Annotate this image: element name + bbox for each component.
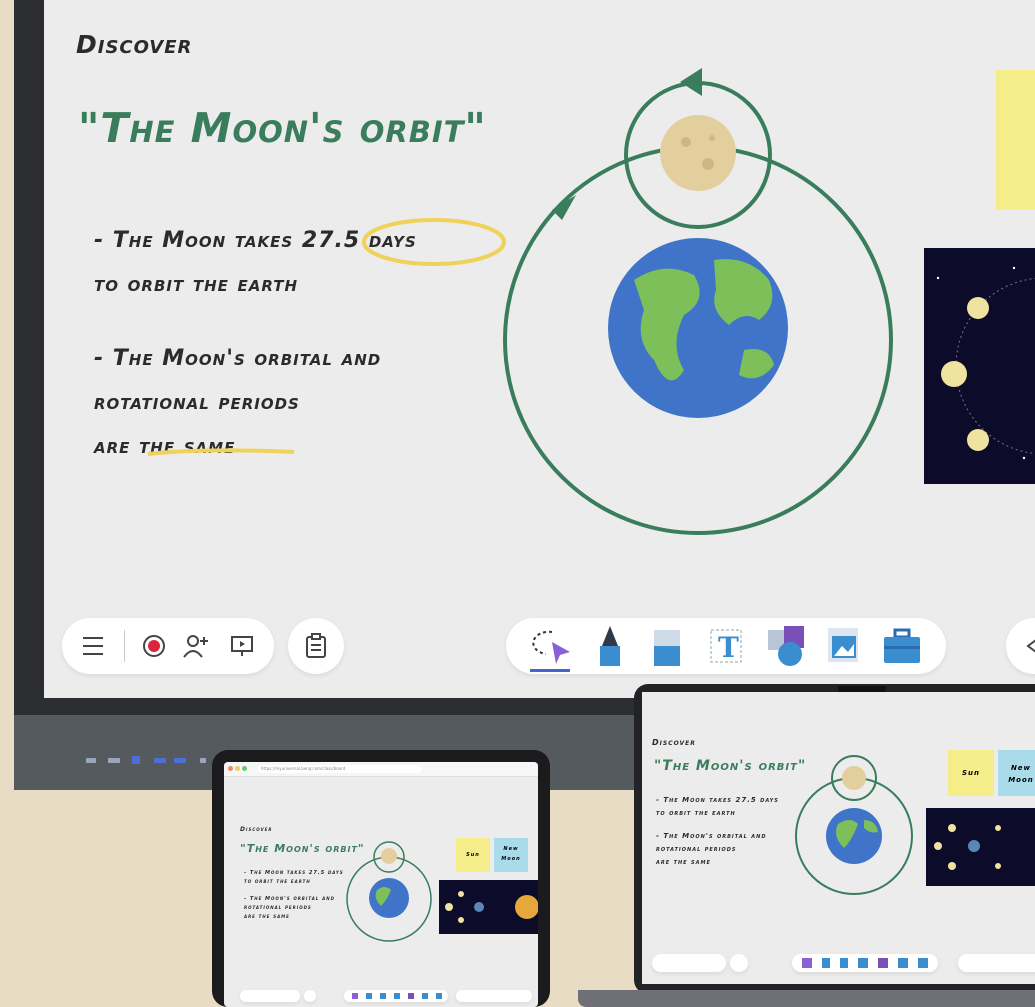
shapes-icon[interactable] xyxy=(766,624,808,668)
tablet-bullet-2-line-1: - The Moon's orbital and xyxy=(244,896,335,902)
laptop-bullet-1-line-1: - The Moon takes 27.5 days xyxy=(656,796,779,804)
tablet-url[interactable]: https://myuniversal.benq.com/class/board xyxy=(258,765,421,773)
tablet-screen[interactable]: https://myuniversal.benq.com/class/board… xyxy=(224,762,538,1007)
main-toolbar xyxy=(62,618,274,674)
tablet-moon-phases-image[interactable] xyxy=(439,880,538,934)
tablet-bullet-1-line-2: to orbit the earth xyxy=(244,879,311,885)
sticky-note-sun[interactable] xyxy=(996,70,1035,210)
page-kicker: Discover xyxy=(76,30,193,59)
moon-phases-image[interactable] xyxy=(924,248,1035,484)
present-icon[interactable] xyxy=(230,634,254,658)
right-toolbar xyxy=(1006,618,1035,674)
add-user-icon[interactable] xyxy=(182,633,210,659)
laptop-drawing-toolbar xyxy=(792,954,938,972)
tablet-bullet-1-line-1: - The Moon takes 27.5 days xyxy=(244,870,344,876)
back-icon[interactable] xyxy=(1022,634,1035,658)
lasso-select-icon[interactable] xyxy=(530,624,576,668)
tablet-main-toolbar xyxy=(240,990,300,1002)
tablet-browser-bar: https://myuniversal.benq.com/class/board xyxy=(224,762,538,777)
tablet-drawing-toolbar xyxy=(344,990,448,1002)
record-icon[interactable] xyxy=(142,634,166,658)
underline-mark xyxy=(147,448,295,456)
tablet-sticky-sun[interactable]: Sun xyxy=(456,838,490,872)
orbit-diagram xyxy=(503,68,893,535)
laptop-clipboard-button[interactable] xyxy=(730,954,748,972)
laptop-base xyxy=(578,990,1035,1007)
laptop-bullet-2-line-2: rotational periods xyxy=(656,845,737,853)
pen-icon[interactable] xyxy=(596,624,624,668)
svg-text:T: T xyxy=(718,631,739,664)
laptop-right-toolbar xyxy=(958,954,1035,972)
laptop-screen[interactable]: Discover "The Moon's orbit" - The Moon t… xyxy=(642,692,1035,984)
tablet-kicker: Discover xyxy=(240,826,273,833)
tablet-bullet-2-line-3: are the same xyxy=(244,914,290,920)
board-canvas[interactable]: Discover "The Moon's orbit" - The Moon t… xyxy=(44,0,1035,698)
laptop-title: "The Moon's orbit" xyxy=(654,758,807,774)
tablet-sticky-newmoon[interactable]: New Moon xyxy=(494,838,528,872)
laptop-bullet-1-line-2: to orbit the earth xyxy=(656,809,736,817)
laptop-bullet-2-line-1: - The Moon's orbital and xyxy=(656,832,767,840)
laptop-device: Discover "The Moon's orbit" - The Moon t… xyxy=(634,684,1035,994)
tablet-clipboard-button[interactable] xyxy=(304,990,316,1002)
tablet-device: https://myuniversal.benq.com/class/board… xyxy=(212,750,550,1007)
laptop-main-toolbar xyxy=(652,954,726,972)
page-title: "The Moon's orbit" xyxy=(78,104,487,152)
bullet-1-line-2: to orbit the earth xyxy=(94,272,299,297)
drawing-toolbar: T xyxy=(506,618,946,674)
laptop-orbit-diagram xyxy=(795,755,913,895)
eraser-icon[interactable] xyxy=(652,628,682,668)
menu-icon[interactable] xyxy=(82,635,104,657)
tablet-orbit-diagram xyxy=(346,841,432,942)
toolbox-icon[interactable] xyxy=(882,628,922,666)
tablet-bullet-2-line-2: rotational periods xyxy=(244,905,312,911)
laptop-sticky-newmoon[interactable]: New Moon xyxy=(998,750,1035,796)
clipboard-button[interactable] xyxy=(288,618,344,674)
laptop-sticky-sun[interactable]: Sun xyxy=(948,750,994,796)
image-icon[interactable] xyxy=(826,626,862,666)
laptop-moon-phases-image[interactable] xyxy=(926,808,1035,886)
laptop-kicker: Discover xyxy=(652,738,696,747)
clipboard-icon xyxy=(306,633,326,658)
tablet-right-toolbar xyxy=(456,990,532,1002)
laptop-bullet-2-line-3: are the same xyxy=(656,858,711,866)
text-icon[interactable]: T xyxy=(708,626,744,666)
